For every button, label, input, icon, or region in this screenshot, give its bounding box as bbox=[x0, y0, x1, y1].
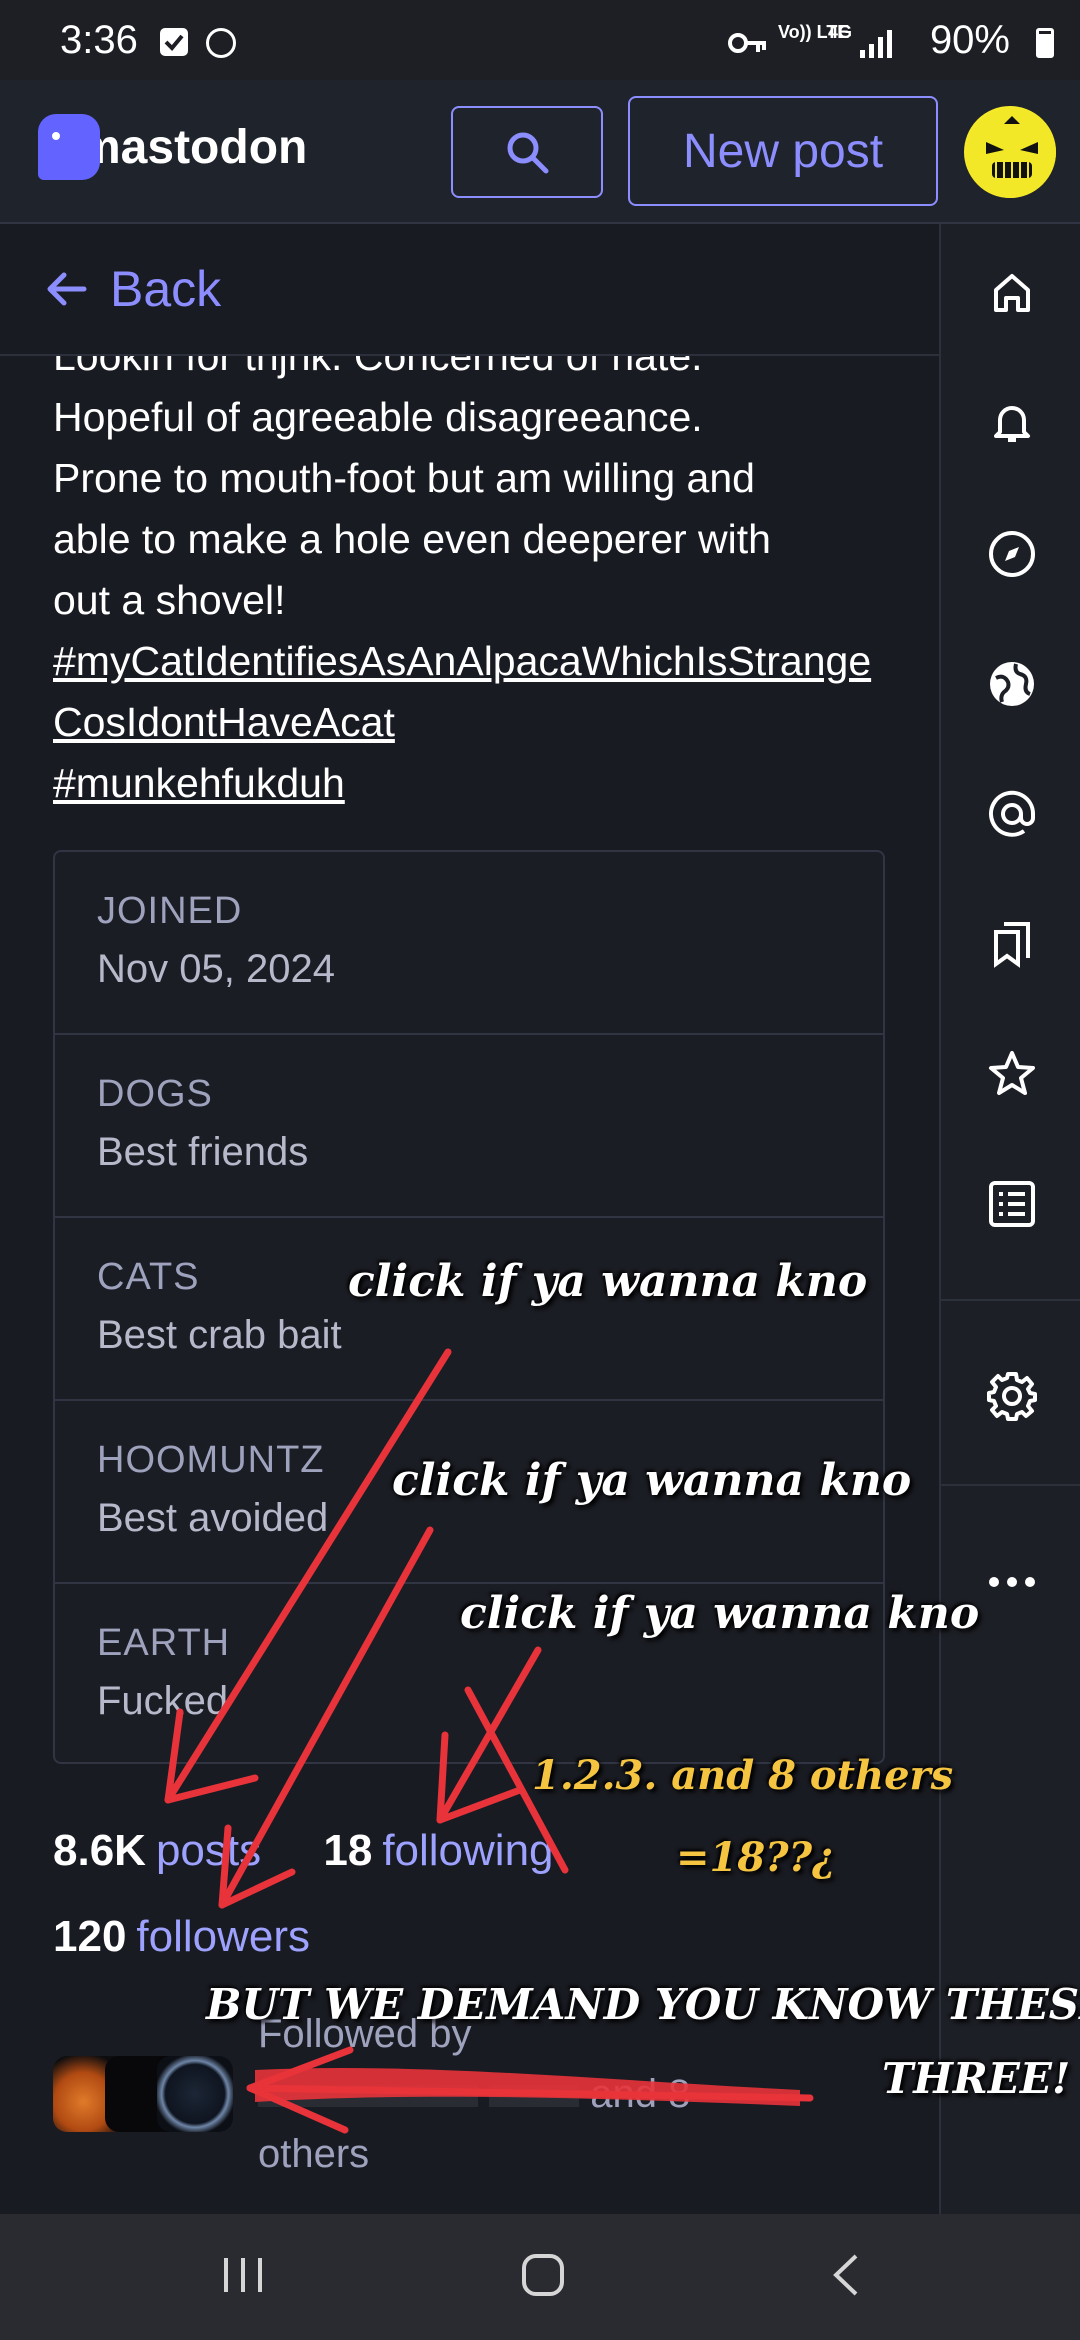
field-value: Best crab bait bbox=[97, 1313, 342, 1357]
status-bar: 3:36 Vo)) LTE 4G 90% bbox=[0, 0, 1080, 80]
bio-line: Hopeful of agreeable disagreeance. bbox=[53, 394, 703, 440]
field-name: DOGS bbox=[97, 1073, 213, 1115]
user-avatar[interactable] bbox=[962, 104, 1058, 200]
field-joined: JOINED Nov 05, 2024 bbox=[55, 852, 883, 1035]
follower-avatar bbox=[157, 2056, 233, 2132]
new-post-button[interactable]: New post bbox=[628, 96, 938, 206]
bio-line: Prone to mouth-foot but am willing and bbox=[53, 455, 755, 501]
followers-count: 120 bbox=[53, 1912, 127, 1961]
recents-button[interactable] bbox=[218, 2252, 268, 2303]
redacted-name bbox=[489, 2085, 580, 2108]
recents-icon bbox=[224, 2258, 262, 2292]
checkbox-notification-icon bbox=[160, 28, 188, 56]
key-icon bbox=[728, 30, 768, 61]
followed-by[interactable]: Followed by and 8 others bbox=[53, 2004, 913, 2176]
posts-label: posts bbox=[155, 1826, 262, 1875]
rail-notifications[interactable] bbox=[941, 382, 1080, 462]
field-value: Fucked bbox=[97, 1679, 229, 1723]
followers-stat[interactable]: 120 followers bbox=[53, 1912, 310, 1962]
rail-mentions[interactable] bbox=[941, 774, 1080, 854]
posts-count: 8.6K bbox=[53, 1826, 146, 1875]
field-name: HOOMUNTZ bbox=[97, 1439, 325, 1481]
rail-home[interactable] bbox=[941, 252, 1080, 332]
network-4g: 4G bbox=[828, 22, 853, 42]
field-dogs: DOGS Best friends bbox=[55, 1035, 883, 1218]
vpn-icon bbox=[206, 28, 236, 58]
followed-by-text: Followed by and 8 others bbox=[258, 2004, 858, 2184]
rail-federated[interactable] bbox=[941, 644, 1080, 724]
field-name: EARTH bbox=[97, 1622, 231, 1664]
following-stat[interactable]: 18 following bbox=[323, 1826, 553, 1875]
field-hoomuntz: HOOMUNTZ Best avoided bbox=[55, 1401, 883, 1584]
profile-bio: Lookin for thjnk. Concerned of hate. Hop… bbox=[53, 356, 893, 814]
battery-percent: 90% bbox=[929, 18, 1010, 62]
brand-name: mastodon bbox=[78, 120, 308, 174]
posts-stat[interactable]: 8.6K posts bbox=[53, 1826, 261, 1875]
back-nav-button[interactable] bbox=[828, 2252, 864, 2303]
compass-icon bbox=[988, 531, 1035, 577]
field-value: Nov 05, 2024 bbox=[97, 947, 335, 991]
follower-avatars bbox=[53, 2056, 233, 2132]
bio-line: Lookin for thjnk. Concerned of hate. bbox=[53, 356, 703, 379]
field-earth: EARTH Fucked bbox=[55, 1584, 883, 1762]
mastodon-logo-icon bbox=[38, 114, 100, 180]
mastodon-logo[interactable]: mastodon bbox=[38, 112, 307, 182]
back-arrow-icon bbox=[47, 272, 87, 306]
list-icon bbox=[988, 1181, 1035, 1227]
bio-line: out a shovel! bbox=[53, 577, 286, 623]
status-time: 3:36 bbox=[60, 18, 138, 62]
followed-by-names: and 8 bbox=[258, 2064, 858, 2124]
redacted-name bbox=[258, 2085, 478, 2108]
profile-content: Lookin for thjnk. Concerned of hate. Hop… bbox=[0, 356, 939, 2214]
field-cats: CATS Best crab bait bbox=[55, 1218, 883, 1401]
navigation-rail bbox=[939, 224, 1080, 2214]
system-navigation-bar bbox=[0, 2214, 1080, 2340]
hashtag-link[interactable]: #myCatIdentifiesAsAnAlpacaWhichIsStrange… bbox=[53, 631, 893, 753]
back-bar[interactable]: Back bbox=[0, 224, 939, 356]
bookmarks-icon bbox=[993, 922, 1030, 968]
more-icon bbox=[988, 1577, 1035, 1587]
bio-line: able to make a hole even deeperer with bbox=[53, 516, 771, 562]
search-icon bbox=[507, 132, 549, 174]
following-count: 18 bbox=[323, 1826, 373, 1875]
hashtag-link[interactable]: #munkehfukduh bbox=[53, 753, 893, 814]
gear-icon bbox=[986, 1372, 1037, 1421]
field-name: JOINED bbox=[97, 890, 243, 932]
field-name: CATS bbox=[97, 1256, 200, 1298]
rail-lists[interactable] bbox=[941, 1164, 1080, 1244]
following-label: following bbox=[382, 1826, 554, 1875]
star-icon bbox=[988, 1051, 1035, 1095]
home-button-icon bbox=[522, 2254, 564, 2296]
followed-by-others: others bbox=[258, 2132, 370, 2176]
battery-icon bbox=[1036, 28, 1054, 58]
search-button[interactable] bbox=[451, 106, 603, 198]
rail-favourites[interactable] bbox=[941, 1034, 1080, 1114]
rail-more[interactable] bbox=[941, 1542, 1080, 1622]
profile-fields: JOINED Nov 05, 2024 DOGS Best friends CA… bbox=[53, 850, 885, 1764]
followers-label: followers bbox=[136, 1912, 311, 1961]
profile-stats: 8.6K posts 18 following bbox=[53, 1826, 554, 1876]
rail-bookmarks[interactable] bbox=[941, 904, 1080, 984]
field-value: Best friends bbox=[97, 1130, 309, 1174]
field-value: Best avoided bbox=[97, 1496, 329, 1540]
back-label: Back bbox=[110, 261, 222, 317]
followed-by-suffix: and 8 bbox=[590, 2072, 691, 2116]
at-icon bbox=[988, 790, 1035, 837]
rail-explore[interactable] bbox=[941, 514, 1080, 594]
back-nav-icon bbox=[833, 2254, 858, 2296]
followed-by-title: Followed by bbox=[258, 2012, 472, 2056]
bell-icon bbox=[993, 406, 1030, 442]
globe-icon bbox=[989, 662, 1034, 706]
signal-icon bbox=[858, 28, 894, 65]
home-nav-button[interactable] bbox=[520, 2252, 566, 2303]
rail-preferences[interactable] bbox=[941, 1356, 1080, 1436]
home-icon bbox=[993, 274, 1030, 312]
